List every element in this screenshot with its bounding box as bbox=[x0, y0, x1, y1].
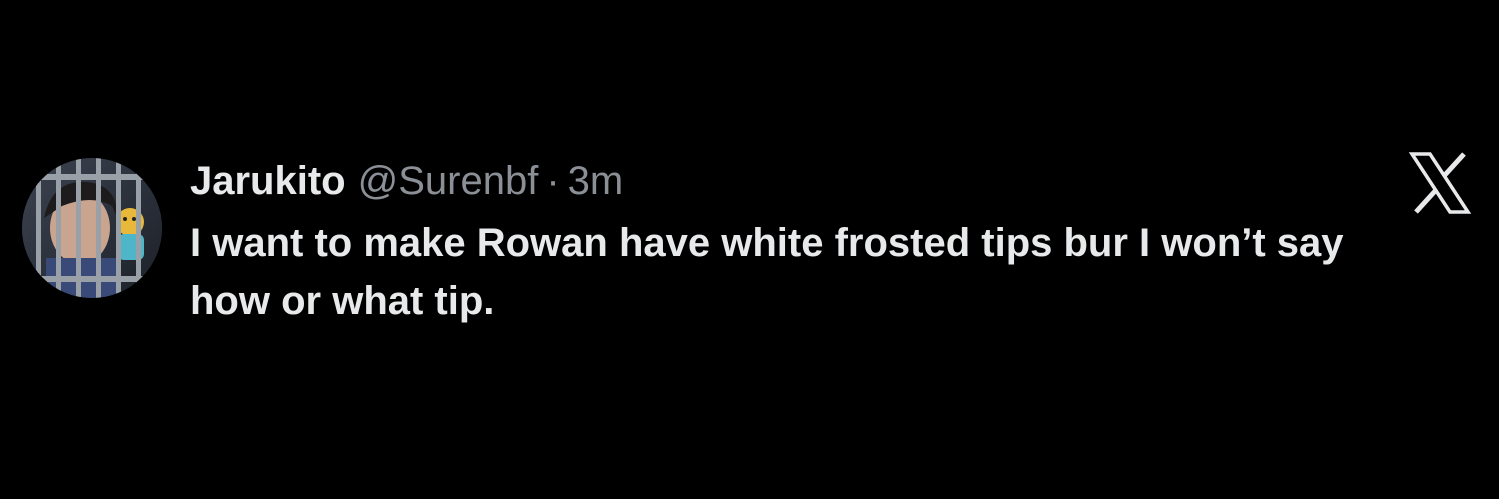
user-handle[interactable]: @Surenbf bbox=[358, 159, 539, 203]
avatar-image bbox=[22, 158, 162, 298]
display-name[interactable]: Jarukito bbox=[190, 159, 346, 203]
tweet-text: I want to make Rowan have white frosted … bbox=[190, 221, 1344, 323]
tweet-card[interactable]: Jarukito @Surenbf · 3m I want to make Rowan… bbox=[22, 150, 1482, 350]
separator-dot: · bbox=[546, 159, 560, 203]
x-logo-icon bbox=[1408, 152, 1472, 214]
avatar[interactable] bbox=[22, 158, 162, 298]
tweet-header: Jarukito @Surenbf · 3m bbox=[190, 150, 1410, 212]
tweet-content: Jarukito @Surenbf · 3m I want to make Rowan… bbox=[190, 150, 1410, 330]
timestamp[interactable]: 3m bbox=[568, 159, 624, 203]
